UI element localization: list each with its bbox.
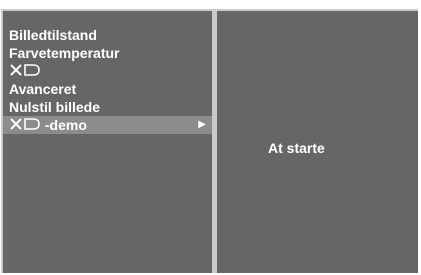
osd-frame: Billedtilstand Farvetemperatur Avanceret… — [1, 9, 418, 273]
triangle-right-icon: ▶ — [198, 119, 206, 130]
menu-item-nulstil-billede[interactable]: Nulstil billede — [3, 98, 212, 116]
menu-item-xd-demo[interactable]: -demo ▶ — [3, 116, 212, 134]
menu-item-label: Avanceret — [9, 81, 77, 97]
menu-item-avanceret[interactable]: Avanceret — [3, 80, 212, 98]
xd-logo — [9, 64, 41, 76]
xd-logo — [9, 118, 41, 130]
menu-item-farvetemperatur[interactable]: Farvetemperatur — [3, 44, 212, 62]
menu-item-label: Nulstil billede — [9, 99, 101, 115]
menu-item-label: -demo — [44, 117, 87, 133]
menu-panel: Billedtilstand Farvetemperatur Avanceret… — [3, 11, 212, 273]
menu-item-billedtilstand[interactable]: Billedtilstand — [3, 26, 212, 44]
menu-item-label: Billedtilstand — [9, 27, 97, 43]
at-starte-option[interactable]: At starte — [268, 140, 325, 156]
menu-item-xd[interactable] — [3, 62, 212, 80]
menu-item-label: Farvetemperatur — [9, 45, 120, 61]
picture-menu: Billedtilstand Farvetemperatur Avanceret… — [3, 26, 212, 134]
submenu-panel: At starte — [217, 11, 418, 273]
